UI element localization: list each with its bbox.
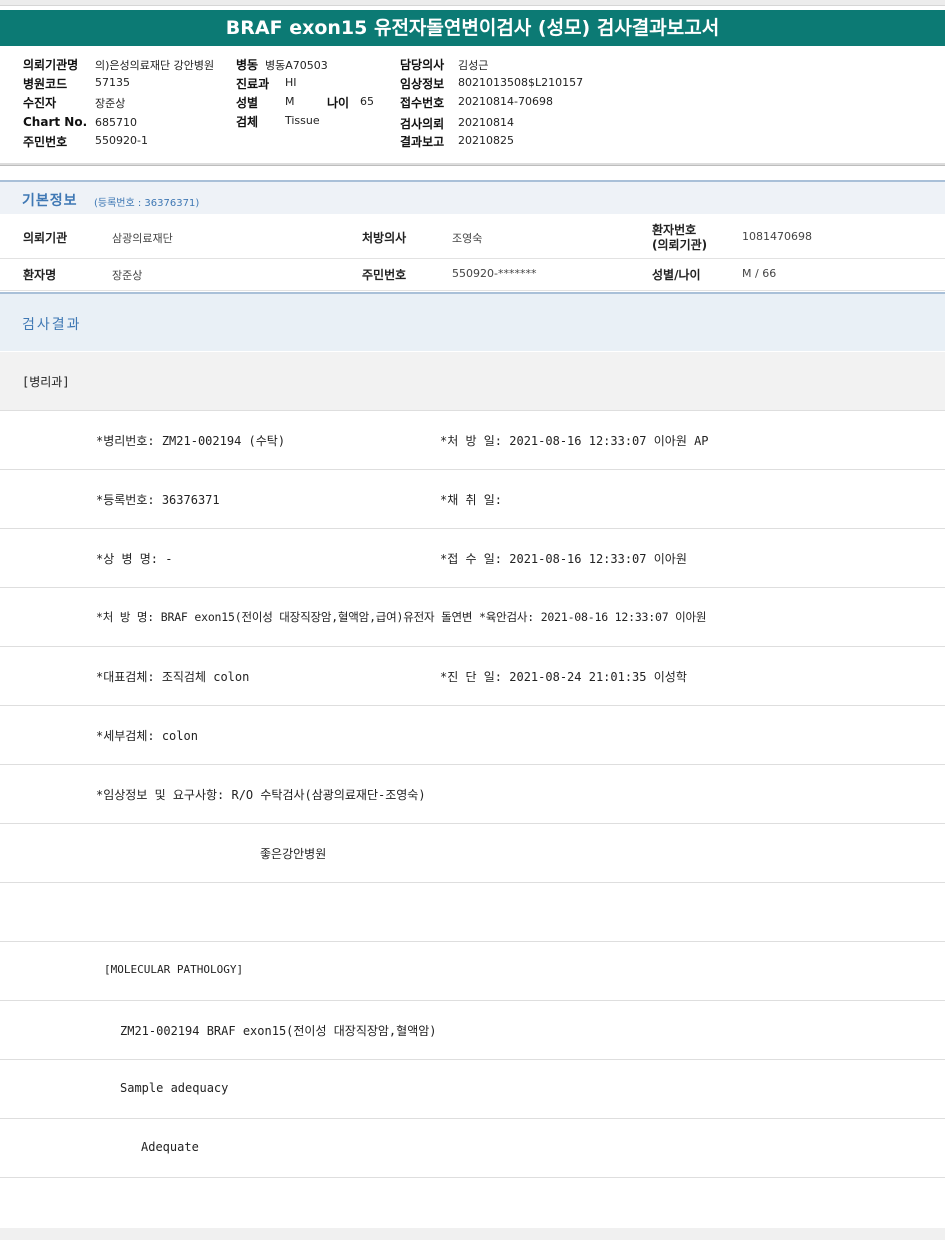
result-text-right: *진 단 일: 2021-08-24 21:01:35 이성학 (440, 670, 687, 684)
result-text: [MOLECULAR PATHOLOGY] (104, 963, 244, 976)
result-line-8: 좋은강안병원 (0, 824, 945, 883)
hospcode-value: 57135 (95, 76, 130, 89)
result-line-2: *등록번호: 36376371 *채 취 일: (0, 470, 945, 529)
basic-info-header: 기본정보 (등록번호 : 36376371) (0, 180, 945, 214)
bottom-strip (0, 1228, 945, 1240)
report-title: BRAF exon15 유전자돌연변이검사 (성모) 검사결과보고서 (0, 10, 945, 46)
basic-info-reg-no: (등록번호 : 36376371) (94, 198, 200, 209)
rrn-label: 주민번호 (23, 135, 68, 149)
hospcode-label: 병원코드 (23, 77, 68, 91)
doctor-value: 김성근 (458, 59, 489, 72)
result-line-6: *세부검체: colon (0, 706, 945, 765)
age-label: 나이 (327, 96, 350, 110)
result-text: Sample adequacy (120, 1081, 229, 1095)
result-line-9 (0, 883, 945, 942)
sex-label: 성별 (236, 96, 259, 110)
result-text: *대표검체: 조직검체 colon (96, 670, 250, 684)
receipt-value: 20210814-70698 (458, 95, 553, 108)
rrn-label-basic: 주민번호 (362, 268, 407, 282)
report-header: 의뢰기관명 의)은성의료재단 강안병원 병동 병동A70503 담당의사 김성근… (0, 52, 945, 164)
result-text: *병리번호: ZM21-002194 (수탁) (96, 434, 286, 448)
result-text: *상 병 명: - (96, 552, 173, 566)
rrn-value: 550920-1 (95, 134, 148, 147)
report-value: 20210825 (458, 134, 514, 147)
presc-doc-value: 조영숙 (452, 232, 483, 245)
result-text: 좋은강안병원 (260, 847, 327, 861)
patient-name-value: 장준상 (112, 269, 143, 282)
results-title: 검사결과 (22, 317, 82, 333)
age-value: 65 (360, 95, 374, 108)
presc-doc-label: 처방의사 (362, 231, 407, 245)
req-inst-label: 의뢰기관 (23, 231, 68, 245)
patient-name-label: 환자명 (23, 268, 57, 282)
result-line-11: ZM21-002194 BRAF exon15(전이성 대장직장암,혈액암) (0, 1001, 945, 1060)
result-text-right: *접 수 일: 2021-08-16 12:33:07 이아원 (440, 552, 687, 566)
receipt-label: 접수번호 (400, 96, 445, 110)
sexage-label: 성별/나이 (652, 268, 701, 282)
ward-value: 병동A70503 (265, 59, 328, 72)
clinical-value: 8021013508$L210157 (458, 76, 584, 89)
result-text: *등록번호: 36376371 (96, 493, 220, 507)
patient-no-sublabel: (의뢰기관) (652, 238, 708, 252)
top-strip (0, 0, 945, 6)
clinical-label: 임상정보 (400, 77, 445, 91)
doctor-label: 담당의사 (400, 58, 445, 72)
result-line-10: [MOLECULAR PATHOLOGY] (0, 942, 945, 1001)
result-line-12: Sample adequacy (0, 1060, 945, 1119)
sex-value: M (285, 95, 295, 108)
sexage-value: M / 66 (742, 267, 777, 280)
result-line-1: *병리번호: ZM21-002194 (수탁) *처 방 일: 2021-08-… (0, 411, 945, 470)
result-text: Adequate (141, 1140, 199, 1154)
header-divider (0, 163, 945, 166)
chart-label: Chart No. (23, 115, 88, 129)
request-label: 검사의뢰 (400, 117, 445, 131)
result-line-3: *상 병 명: - *접 수 일: 2021-08-16 12:33:07 이아… (0, 529, 945, 588)
patient-no-value: 1081470698 (742, 230, 812, 243)
result-line-4: *처 방 명: BRAF exon15(전이성 대장직장암,혈액암,급여)유전자… (0, 588, 945, 647)
patient-label: 수진자 (23, 96, 57, 110)
basic-info-title: 기본정보 (22, 193, 78, 209)
dept-label: 진료과 (236, 77, 270, 91)
req-inst-value: 삼광의료재단 (112, 232, 173, 245)
result-text: *임상정보 및 요구사항: R/O 수탁검사(삼광의료재단-조영숙) (96, 788, 426, 802)
specimen-value: Tissue (285, 114, 320, 127)
request-value: 20210814 (458, 116, 514, 129)
chart-value: 685710 (95, 116, 137, 129)
ward-label: 병동 (236, 58, 259, 72)
result-line-5: *대표검체: 조직검체 colon *진 단 일: 2021-08-24 21:… (0, 647, 945, 706)
patient-value: 장준상 (95, 97, 126, 110)
inst-label: 의뢰기관명 (23, 58, 79, 72)
result-line-7: *임상정보 및 요구사항: R/O 수탁검사(삼광의료재단-조영숙) (0, 765, 945, 824)
dept-value: HI (285, 76, 297, 89)
result-line-0: [병리과] (0, 352, 945, 411)
inst-value: 의)은성의료재단 강안병원 (95, 59, 215, 72)
report-label: 결과보고 (400, 135, 445, 149)
result-text-right: *처 방 일: 2021-08-16 12:33:07 이아원 AP (440, 434, 709, 448)
result-text-right: *채 취 일: (440, 493, 503, 507)
basic-info-row-1: 의뢰기관 삼광의료재단 처방의사 조영숙 환자번호 (의뢰기관) 1081470… (0, 214, 945, 259)
result-text: *처 방 명: BRAF exon15(전이성 대장직장암,혈액암,급여)유전자… (96, 610, 707, 624)
result-text: ZM21-002194 BRAF exon15(전이성 대장직장암,혈액암) (120, 1024, 437, 1038)
basic-info-row-2: 환자명 장준상 주민번호 550920-******* 성별/나이 M / 66 (0, 259, 945, 291)
result-text: *세부검체: colon (96, 729, 198, 743)
result-text: [병리과] (22, 375, 70, 389)
rrn-value-basic: 550920-******* (452, 267, 537, 280)
results-header: 검사결과 (0, 292, 945, 351)
specimen-label: 검체 (236, 115, 259, 129)
result-line-13: Adequate (0, 1119, 945, 1178)
